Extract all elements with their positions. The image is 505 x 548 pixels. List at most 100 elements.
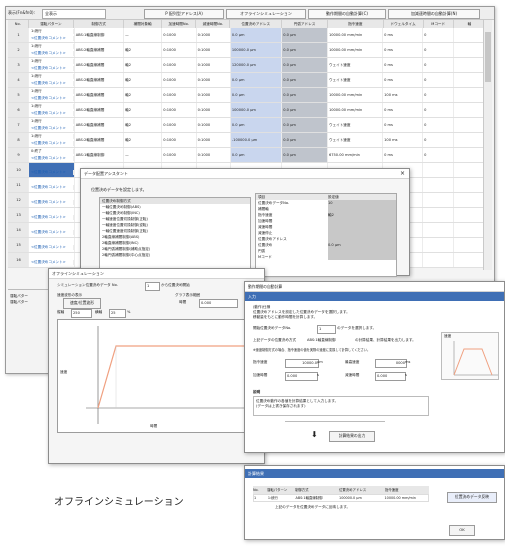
cell-dec[interactable]: 0:1000 <box>197 148 231 162</box>
pattern-cell[interactable]: 0:終了 <位置決めコメント> <box>29 148 75 162</box>
calc-output-button[interactable]: 計算結果の出力 <box>329 431 375 442</box>
comment-link[interactable]: <位置決めコメント> <box>30 81 74 86</box>
sim-start-no-field[interactable]: 1 <box>145 282 160 291</box>
table-row[interactable]: 4 1:続行 <位置決めコメント> ABS:2軸直線補間 軸2 0:1000 0:1000 0… <box>8 73 486 88</box>
comment-link[interactable]: <位置決めコメント> <box>30 66 74 71</box>
table-row[interactable]: 9 0:終了 <位置決めコメント> ABS:1軸直線制御 —0:1000 0:1000 0.… <box>8 148 486 163</box>
cell-m[interactable] <box>423 178 454 192</box>
cell-interp[interactable]: 軸2 <box>124 58 163 72</box>
cell-interp[interactable]: 軸2 <box>124 43 163 57</box>
cell-m[interactable]: 0 <box>423 103 454 117</box>
cell-acc[interactable]: 0:1000 <box>162 28 197 42</box>
cell-addr[interactable]: 0.0 μm <box>230 148 283 162</box>
cell-dec[interactable]: 0:1000 <box>197 103 231 117</box>
cell-arc[interactable]: 0.0 μm <box>282 118 328 132</box>
cell-acc[interactable]: 0:1000 <box>162 103 197 117</box>
pattern-cell[interactable]: <位置決めコメント> <box>29 238 75 252</box>
cell-m[interactable] <box>423 238 454 252</box>
pattern-cell[interactable]: <位置決めコメント> <box>29 178 75 192</box>
cell-interp[interactable]: 軸2 <box>124 73 163 87</box>
cell-m[interactable]: 0 <box>423 58 454 72</box>
pattern-cell[interactable]: 1:続行 <位置決めコメント> <box>29 103 75 117</box>
cell-m[interactable]: 0 <box>423 88 454 102</box>
cell-ctrl[interactable]: ABS:2軸直線補間 <box>75 43 125 57</box>
start-no-field[interactable]: 1 <box>317 325 336 334</box>
comment-link[interactable]: <位置決めコメント> <box>30 244 74 250</box>
cell-arc[interactable]: 0.0 μm <box>282 58 328 72</box>
cell-ctrl[interactable]: ABS:2軸直線補間 <box>75 118 125 132</box>
cell-ctrl[interactable]: ABS:2軸直線補間 <box>75 133 125 147</box>
vertical-scrollbar[interactable] <box>483 20 492 270</box>
cell-dwell[interactable]: 0 ms <box>383 148 424 162</box>
setting-value[interactable] <box>328 254 396 260</box>
close-icon[interactable]: × <box>400 170 405 177</box>
cell-acc[interactable]: 0:1000 <box>162 133 197 147</box>
cell-ctrl[interactable]: ABS:2軸直線補間 <box>75 73 125 87</box>
cell-interp[interactable]: 軸2 <box>124 133 163 147</box>
comment-link[interactable]: <位置決めコメント> <box>30 51 74 56</box>
cell-arc[interactable]: 0.0 μm <box>282 43 328 57</box>
cell-acc[interactable]: 0:1000 <box>162 58 197 72</box>
auto-calc-time-button[interactable]: 動作期間の自動計算(C) <box>308 9 386 19</box>
cell-speed[interactable]: ウェイト速度 <box>328 73 384 87</box>
scroll-thumb[interactable] <box>485 32 491 82</box>
cell-dec[interactable]: 0:1000 <box>197 133 231 147</box>
cell-arc[interactable]: 0.0 μm <box>282 73 328 87</box>
cell-acc[interactable]: 0:1000 <box>162 43 197 57</box>
control-method-list[interactable]: 位置決め制御方式 一軸位置決め制御(ABS) 一軸位置決め制御(INC) 一軸速度位置… <box>99 197 251 277</box>
apply-button[interactable]: 位置決めデータ反映 <box>447 492 497 503</box>
cell-speed[interactable]: 10000.00 mm/min <box>328 43 384 57</box>
table-row[interactable]: 1 1:続行 <位置決めコメント> ABS:1軸直線制御 —0:1000 0:1000 0.… <box>8 28 486 43</box>
pattern-cell[interactable]: 1:続行 <位置決めコメント> <box>29 43 75 57</box>
cell-dec[interactable]: 0:1000 <box>197 58 231 72</box>
list-item[interactable]: 2軸円弧補間制御(中心点指定) <box>100 252 250 258</box>
cell-m[interactable]: 0 <box>423 73 454 87</box>
comment-link[interactable]: <位置決めコメント> <box>30 156 74 161</box>
cell-m[interactable]: 0 <box>423 118 454 132</box>
cell-m[interactable] <box>423 193 454 207</box>
cell-speed[interactable]: 10000.00 mm/min <box>328 103 384 117</box>
comment-link[interactable]: <位置決めコメント> <box>30 199 74 205</box>
cell-m[interactable] <box>423 208 454 222</box>
cell-dec[interactable]: 0:1000 <box>197 43 231 57</box>
cell-acc[interactable]: 0:1000 <box>162 73 197 87</box>
pattern-cell[interactable]: 1:続行 <位置決めコメント> <box>29 73 75 87</box>
cell-ctrl[interactable]: ABS:2軸直線補間 <box>75 58 125 72</box>
pattern-cell[interactable]: <位置決めコメント> <box>29 223 75 237</box>
cell-interp[interactable]: — <box>124 148 163 162</box>
auto-calc-accel-button[interactable]: 加減速時間の自動計算(N) <box>388 9 480 19</box>
cell-m[interactable] <box>423 223 454 237</box>
cell-acc[interactable]: 0:1000 <box>162 88 197 102</box>
comment-link[interactable]: <位置決めコメント> <box>30 214 74 220</box>
pattern-cell[interactable]: 1:続行 <位置決めコメント> <box>29 118 75 132</box>
cell-dwell[interactable]: 0 ms <box>383 103 424 117</box>
cell-arc[interactable]: 0.0 μm <box>282 133 328 147</box>
cell-arc[interactable]: 0.0 μm <box>282 28 328 42</box>
cell-speed[interactable]: ウェイト速度 <box>328 118 384 132</box>
comment-link[interactable]: <位置決めコメント> <box>30 229 74 235</box>
comment-link[interactable]: <位置決めコメント> <box>30 126 74 131</box>
setting-table[interactable]: 項目 設定値 位置決めデータNo. 10 補間軸 指令速度 軸2 加速時間 減速時間 減速停止 位置… <box>255 193 397 277</box>
ok-button[interactable]: OK <box>449 525 475 536</box>
cell-arc[interactable]: 0.0 μm <box>282 148 328 162</box>
wave-option[interactable]: 速度/位置波形 <box>63 298 101 309</box>
cell-m[interactable]: 0 <box>423 43 454 57</box>
cell-interp[interactable]: 軸2 <box>124 88 163 102</box>
horiz-axis-field[interactable]: 25 <box>109 309 126 318</box>
comment-link[interactable]: <位置決めコメント> <box>30 169 74 175</box>
cell-ctrl[interactable]: ABS:1軸直線制御 <box>75 148 125 162</box>
table-row[interactable]: 6 1:続行 <位置決めコメント> ABS:2軸直線補間 軸2 0:1000 0:1000 1… <box>8 103 486 118</box>
cmd-speed-field[interactable]: 10000.0 <box>285 359 319 368</box>
cell-m[interactable]: 0 <box>423 133 454 147</box>
cell-dec[interactable]: 0:1000 <box>197 88 231 102</box>
cell-addr[interactable]: 0.0 μm <box>230 73 283 87</box>
cell-speed[interactable]: 6750.00 mm/min <box>328 148 384 162</box>
cell-dwell[interactable]: 0 ms <box>383 58 424 72</box>
pattern-cell[interactable]: 1:続行 <位置決めコメント> <box>29 88 75 102</box>
cell-addr[interactable]: 0.0 μm <box>230 28 283 42</box>
cell-dec[interactable]: 0:1000 <box>197 28 231 42</box>
cell-dwell[interactable]: 0 ms <box>383 28 424 42</box>
offline-simulation-button[interactable]: オフラインシミュレーション <box>226 9 306 19</box>
range-time-field[interactable]: 0.000 <box>199 299 238 308</box>
cell-speed[interactable]: ウェイト速度 <box>328 133 384 147</box>
